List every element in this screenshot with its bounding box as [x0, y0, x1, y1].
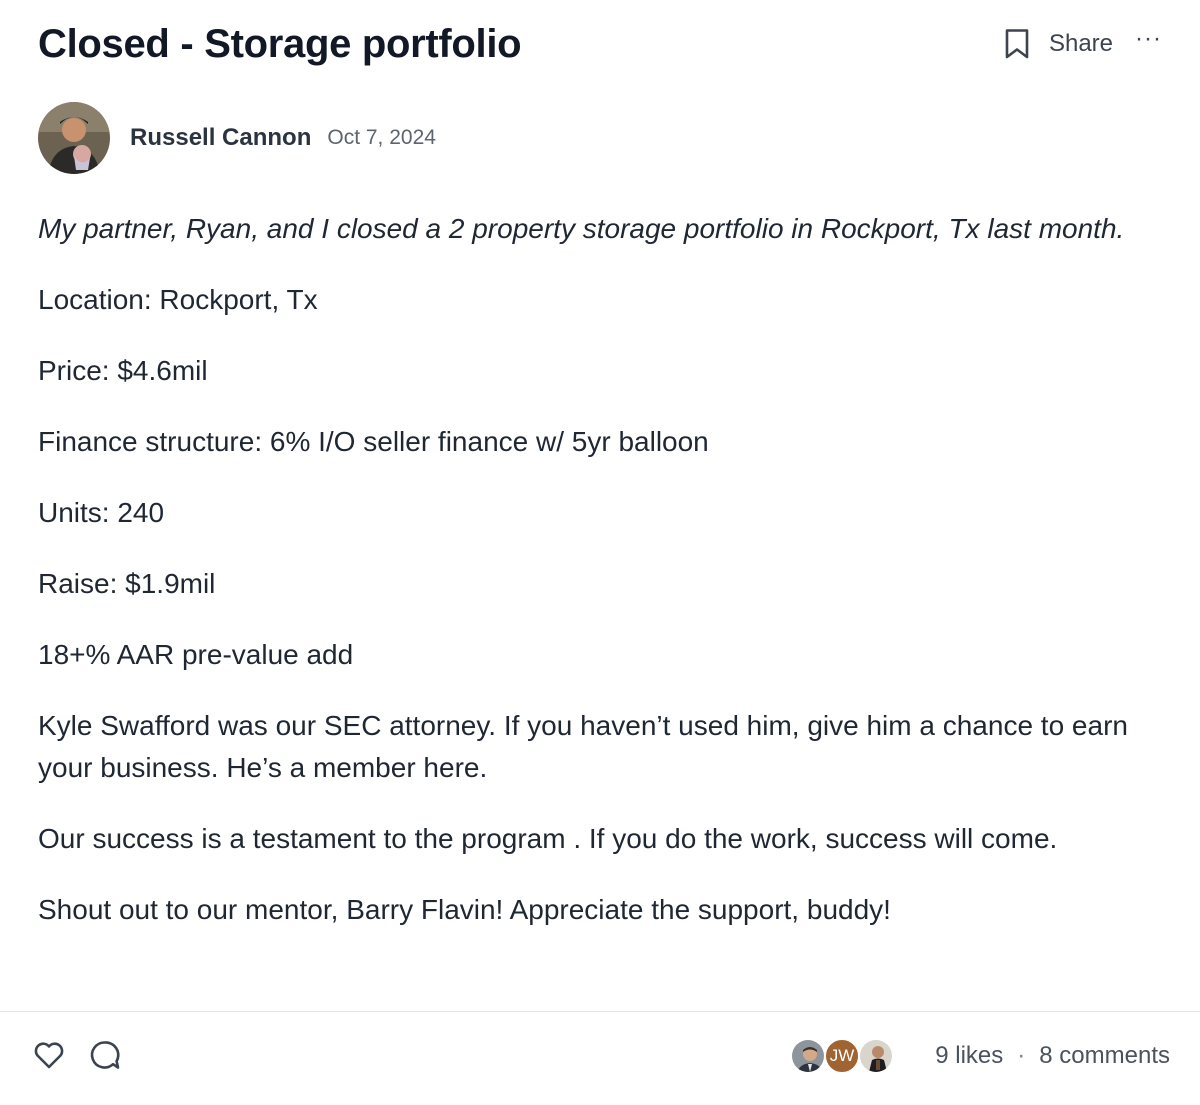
author-name[interactable]: Russell Cannon: [130, 124, 311, 152]
post-intro: My partner, Ryan, and I closed a 2 prope…: [38, 213, 1125, 244]
post-paragraph: Price: $4.6mil: [38, 355, 208, 386]
likes-count[interactable]: 9 likes: [935, 1038, 1003, 1074]
post-paragraph: Our success is a testament to the progra…: [38, 823, 1058, 854]
stats-separator: ·: [1017, 1042, 1026, 1069]
liker-avatar: [858, 1038, 894, 1074]
bookmark-button[interactable]: [1001, 26, 1033, 62]
post-paragraph: Shout out to our mentor, Barry Flavin! A…: [38, 894, 891, 925]
footer-divider: [0, 1011, 1200, 1012]
like-button[interactable]: [32, 1038, 66, 1072]
post-paragraph: 18+% AAR pre-value add: [38, 639, 354, 670]
author-info: Russell Cannon Oct 7, 2024: [38, 102, 436, 174]
bookmark-icon: [1005, 29, 1029, 59]
engagement-stats: 9 likes · 8 comments: [935, 1038, 1170, 1074]
post-paragraph: Location: Rockport, Tx: [38, 284, 318, 315]
post-body: My partner, Ryan, and I closed a 2 prope…: [38, 208, 1162, 960]
comments-count[interactable]: 8 comments: [1039, 1038, 1170, 1074]
share-button[interactable]: Share: [1049, 26, 1113, 62]
post-header: Closed - Storage portfolio Share ···: [38, 18, 1162, 70]
post-footer: JW 9 likes · 8 comments: [0, 1030, 1200, 1082]
author-avatar[interactable]: [38, 102, 110, 174]
post-actions: Share ···: [1001, 25, 1162, 62]
post-date: Oct 7, 2024: [327, 126, 436, 149]
liker-avatar: [790, 1038, 826, 1074]
heart-icon: [34, 1042, 64, 1069]
post-paragraph: Units: 240: [38, 497, 165, 528]
more-options-button[interactable]: ···: [1135, 21, 1162, 57]
comment-bubble-icon: [90, 1041, 120, 1069]
liker-avatar: JW: [824, 1038, 860, 1074]
post-paragraph: Raise: $1.9mil: [38, 568, 216, 599]
comment-button[interactable]: [88, 1038, 122, 1072]
post-paragraph: Finance structure: 6% I/O seller finance…: [38, 426, 709, 457]
post-title: Closed - Storage portfolio: [38, 22, 522, 66]
likers-avatars[interactable]: JW: [790, 1038, 900, 1074]
post-paragraph: Kyle Swafford was our SEC attorney. If y…: [38, 710, 1128, 783]
